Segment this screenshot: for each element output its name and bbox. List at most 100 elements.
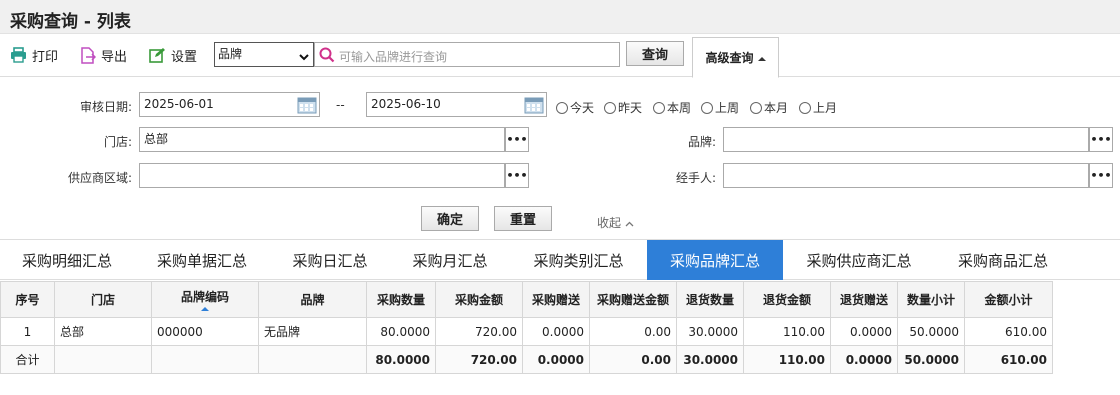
col-header[interactable]: 退货数量 — [676, 281, 744, 318]
table-header-row: 序号 门店 品牌编码 品牌 采购数量 采购金额 采购赠送 采购赠送金额 退货数量… — [0, 281, 1053, 318]
handler-label: 经手人: — [675, 171, 716, 185]
advanced-query-toggle[interactable]: 高级查询 — [692, 37, 779, 78]
collapse-toggle[interactable]: 收起 — [597, 214, 634, 231]
radio-label: 本周 — [667, 101, 692, 115]
summary-cell — [151, 345, 259, 374]
tab-document-summary[interactable]: 采购单据汇总 — [134, 240, 270, 280]
table-row[interactable]: 1 总部 000000 无品牌 80.0000 720.00 0.0000 0.… — [0, 317, 1053, 346]
radio-label: 今天 — [570, 101, 595, 115]
date-to-field[interactable]: 2025-06-10 — [366, 92, 547, 117]
search-field-value: 品牌 — [218, 47, 243, 61]
advanced-query-label: 高级查询 — [705, 51, 754, 65]
radio-this-week[interactable]: 本周 — [653, 99, 691, 116]
col-header[interactable]: 退货赠送 — [830, 281, 898, 318]
tab-monthly-summary[interactable]: 采购月汇总 — [390, 240, 510, 280]
cell-return-amount: 110.00 — [743, 317, 831, 346]
col-header-label: 品牌编码 — [180, 290, 229, 304]
col-header[interactable]: 采购赠送 — [522, 281, 590, 318]
caret-up-icon — [757, 51, 766, 65]
col-header[interactable]: 金额小计 — [964, 281, 1053, 318]
cell-index: 1 — [0, 317, 55, 346]
summary-qty-subtotal: 50.0000 — [897, 345, 965, 374]
date-from-value: 2025-06-01 — [144, 97, 214, 111]
search-input[interactable]: 可输入品牌进行查询 — [314, 42, 620, 67]
radio-today[interactable]: 今天 — [556, 99, 594, 116]
radio-this-month[interactable]: 本月 — [750, 99, 788, 116]
summary-label: 合计 — [0, 345, 55, 374]
summary-amount-subtotal: 610.00 — [964, 345, 1053, 374]
radio-circle — [750, 101, 762, 114]
query-button[interactable]: 查询 — [626, 41, 684, 66]
brand-field[interactable]: ••• — [723, 127, 1113, 152]
confirm-button[interactable]: 确定 — [421, 206, 479, 231]
summary-purchase-amount: 720.00 — [435, 345, 523, 374]
tab-category-summary[interactable]: 采购类别汇总 — [510, 240, 647, 280]
report-tabs: 采购明细汇总 采购单据汇总 采购日汇总 采购月汇总 采购类别汇总 采购品牌汇总 … — [0, 239, 1120, 280]
col-header[interactable]: 门店 — [54, 281, 152, 318]
cell-amount-subtotal: 610.00 — [964, 317, 1053, 346]
chevron-down-icon — [298, 48, 310, 71]
settings-label: 设置 — [171, 49, 198, 65]
page-title: 采购查询 - 列表 — [10, 12, 131, 32]
radio-circle — [701, 101, 713, 114]
store-field[interactable]: 总部 ••• — [139, 127, 529, 152]
cell-purchase-amount: 720.00 — [435, 317, 523, 346]
radio-last-week[interactable]: 上周 — [701, 99, 739, 116]
collapse-label: 收起 — [597, 216, 622, 230]
radio-label: 昨天 — [618, 101, 643, 115]
cell-purchase-gift: 0.0000 — [522, 317, 590, 346]
tab-brand-summary[interactable]: 采购品牌汇总 — [647, 240, 783, 280]
col-header[interactable]: 品牌 — [258, 281, 367, 318]
store-picker-button[interactable]: ••• — [505, 127, 529, 152]
summary-purchase-gift-amount: 0.00 — [589, 345, 677, 374]
col-header-sorted[interactable]: 品牌编码 — [151, 281, 259, 318]
audit-date-label: 审核日期: — [79, 100, 132, 114]
brand-picker-button[interactable]: ••• — [1089, 127, 1113, 152]
date-separator: -- — [336, 98, 345, 112]
col-header[interactable]: 数量小计 — [897, 281, 965, 318]
brand-label: 品牌: — [687, 135, 716, 149]
reset-button[interactable]: 重置 — [494, 206, 552, 231]
summary-cell — [258, 345, 367, 374]
handler-picker-button[interactable]: ••• — [1089, 163, 1113, 188]
radio-last-month[interactable]: 上月 — [799, 99, 837, 116]
export-label: 导出 — [101, 49, 128, 65]
settings-button[interactable]: 设置 — [149, 45, 197, 65]
title-bar: 采购查询 - 列表 — [0, 0, 1120, 34]
summary-return-gift: 0.0000 — [830, 345, 898, 374]
handler-field[interactable]: ••• — [723, 163, 1113, 188]
tab-product-summary[interactable]: 采购商品汇总 — [935, 240, 1071, 280]
export-button[interactable]: 导出 — [80, 45, 127, 65]
supplier-region-label: 供应商区域: — [67, 171, 132, 185]
summary-return-qty: 30.0000 — [676, 345, 744, 374]
tab-detail-summary[interactable]: 采购明细汇总 — [0, 240, 134, 280]
supplier-region-field[interactable]: ••• — [139, 163, 529, 188]
calendar-icon[interactable] — [524, 95, 544, 114]
date-from-field[interactable]: 2025-06-01 — [139, 92, 320, 117]
edit-settings-icon — [149, 47, 166, 63]
cell-purchase-qty: 80.0000 — [366, 317, 436, 346]
calendar-icon[interactable] — [297, 95, 317, 114]
search-placeholder: 可输入品牌进行查询 — [339, 50, 448, 64]
chevron-up-icon — [625, 216, 634, 230]
summary-return-amount: 110.00 — [743, 345, 831, 374]
summary-cell — [54, 345, 152, 374]
tab-supplier-summary[interactable]: 采购供应商汇总 — [783, 240, 935, 280]
supplier-region-picker-button[interactable]: ••• — [505, 163, 529, 188]
print-button[interactable]: 打印 — [10, 45, 58, 65]
radio-yesterday[interactable]: 昨天 — [604, 99, 642, 116]
radio-label: 上月 — [813, 101, 838, 115]
cell-return-gift: 0.0000 — [830, 317, 898, 346]
radio-circle — [799, 101, 811, 114]
cell-brand-code: 000000 — [151, 317, 259, 346]
cell-brand: 无品牌 — [258, 317, 367, 346]
radio-circle — [556, 101, 568, 114]
col-header[interactable]: 采购赠送金额 — [589, 281, 677, 318]
col-header[interactable]: 采购金额 — [435, 281, 523, 318]
col-header[interactable]: 序号 — [0, 281, 55, 318]
col-header[interactable]: 采购数量 — [366, 281, 436, 318]
cell-store: 总部 — [54, 317, 152, 346]
col-header[interactable]: 退货金额 — [743, 281, 831, 318]
search-field-select[interactable]: 品牌 — [214, 42, 314, 67]
tab-daily-summary[interactable]: 采购日汇总 — [270, 240, 390, 280]
